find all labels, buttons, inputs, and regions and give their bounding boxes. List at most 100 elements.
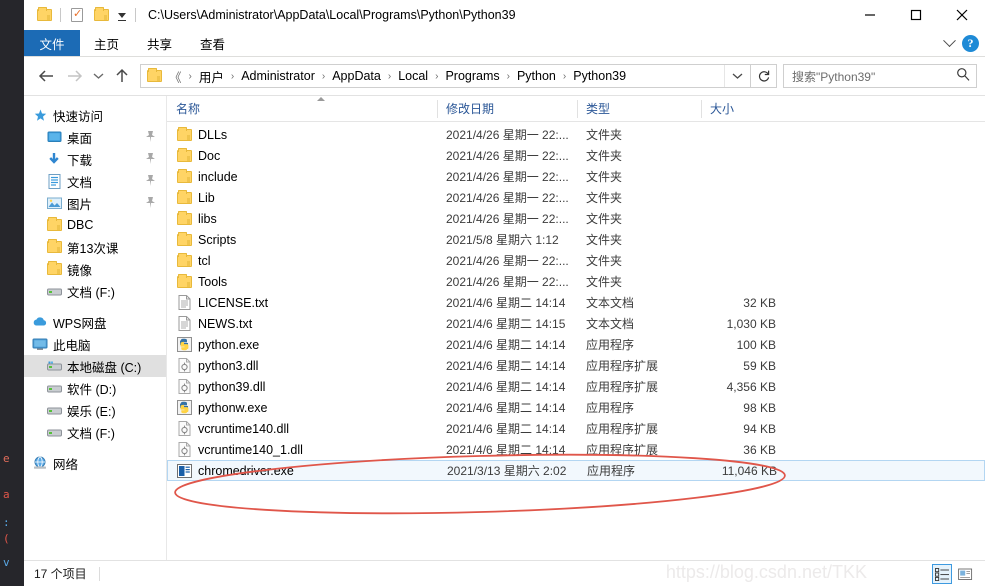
breadcrumb-item-python[interactable]: Python <box>515 69 558 83</box>
sidebar-item-this-pc[interactable]: 此电脑 <box>24 333 166 355</box>
table-row[interactable]: chromedriver.exe 2021/3/13 星期六 2:02 应用程序 11… <box>167 460 985 481</box>
tab-file[interactable]: 文件 <box>24 30 80 57</box>
pin-icon[interactable] <box>145 174 156 187</box>
expand-ribbon-chevron-down-icon[interactable] <box>943 34 956 48</box>
sidebar-item-desktop[interactable]: 桌面 <box>24 126 166 148</box>
forward-button[interactable] <box>60 62 88 90</box>
pin-icon[interactable] <box>145 130 156 143</box>
sidebar-item-label: 此电脑 <box>53 338 91 353</box>
minimize-button[interactable] <box>847 0 893 30</box>
dll-icon <box>176 379 192 395</box>
breadcrumb-item-local[interactable]: Local <box>396 69 430 83</box>
table-row[interactable]: Tools 2021/4/26 星期一 22:... 文件夹 <box>167 271 985 292</box>
table-row[interactable]: Scripts 2021/5/8 星期六 1:12 文件夹 <box>167 229 985 250</box>
table-row[interactable]: include 2021/4/26 星期一 22:... 文件夹 <box>167 166 985 187</box>
tab-view[interactable]: 查看 <box>186 30 239 57</box>
table-row[interactable]: LICENSE.txt 2021/4/6 星期二 14:14 文本文档 32 KB <box>167 292 985 313</box>
pin-icon[interactable] <box>145 196 156 209</box>
table-row[interactable]: DLLs 2021/4/26 星期一 22:... 文件夹 <box>167 124 985 145</box>
breadcrumb-separator-icon: › <box>435 70 439 82</box>
new-folder-icon[interactable] <box>89 3 113 27</box>
drive-icon <box>46 402 62 418</box>
column-header-date-label: 修改日期 <box>446 102 495 116</box>
breadcrumb-item-administrator[interactable]: Administrator <box>239 69 317 83</box>
column-header-date[interactable]: 修改日期 <box>437 96 577 122</box>
breadcrumb-item-programs[interactable]: Programs <box>443 69 501 83</box>
details-view-button[interactable] <box>932 564 952 584</box>
table-row[interactable]: python39.dll 2021/4/6 星期二 14:14 应用程序扩展 4,35… <box>167 376 985 397</box>
properties-icon[interactable] <box>65 3 89 27</box>
computer-icon <box>32 336 48 352</box>
file-type-cell: 文件夹 <box>586 170 623 184</box>
refresh-button[interactable] <box>751 64 777 88</box>
search-icon[interactable] <box>956 67 970 86</box>
pin-icon[interactable] <box>145 152 156 165</box>
sidebar-item-documents-f[interactable]: 文档 (F:) <box>24 280 166 302</box>
table-row[interactable]: Doc 2021/4/26 星期一 22:... 文件夹 <box>167 145 985 166</box>
window-controls <box>847 0 985 30</box>
table-row[interactable]: vcruntime140.dll 2021/4/6 星期二 14:14 应用程序扩展… <box>167 418 985 439</box>
table-row[interactable]: tcl 2021/4/26 星期一 22:... 文件夹 <box>167 250 985 271</box>
sidebar-item-lesson13[interactable]: 第13次课 <box>24 236 166 258</box>
sidebar-item-dbc[interactable]: DBC <box>24 214 166 236</box>
table-row[interactable]: vcruntime140_1.dll 2021/4/6 星期二 14:14 应用程序… <box>167 439 985 460</box>
sidebar-item-quick-access[interactable]: 快速访问 <box>24 104 166 126</box>
file-name-cell: vcruntime140.dll <box>167 421 437 437</box>
sidebar-item-pictures[interactable]: 图片 <box>24 192 166 214</box>
documents-icon <box>46 173 62 189</box>
sidebar-item-network[interactable]: 网络 <box>24 452 166 474</box>
breadcrumb-item-python39[interactable]: Python39 <box>571 69 628 83</box>
search-box[interactable]: 搜索"Python39" <box>783 64 977 88</box>
help-icon[interactable]: ? <box>962 35 979 52</box>
up-button[interactable] <box>108 62 136 90</box>
address-bar[interactable]: 《 › 用户 › Administrator › AppData › Local… <box>140 64 751 88</box>
explorer-folder-icon[interactable] <box>32 3 56 27</box>
file-date-cell: 2021/4/6 星期二 14:14 <box>446 401 566 415</box>
breadcrumb-item-users[interactable]: 用户 <box>197 67 226 86</box>
sidebar-item-documents[interactable]: 文档 <box>24 170 166 192</box>
file-date-cell: 2021/4/26 星期一 22:... <box>446 275 569 289</box>
table-row[interactable]: python3.dll 2021/4/6 星期二 14:14 应用程序扩展 59 KB <box>167 355 985 376</box>
file-name-label: LICENSE.txt <box>198 295 269 310</box>
table-row[interactable]: python.exe 2021/4/6 星期二 14:14 应用程序 100 KB <box>167 334 985 355</box>
tab-share[interactable]: 共享 <box>133 30 186 57</box>
column-header-name[interactable]: 名称 <box>167 96 437 122</box>
title-bar: C:\Users\Administrator\AppData\Local\Pro… <box>24 0 985 30</box>
table-row[interactable]: Lib 2021/4/26 星期一 22:... 文件夹 <box>167 187 985 208</box>
large-icons-view-button[interactable] <box>955 564 975 584</box>
sidebar-item-label: 快速访问 <box>53 109 104 124</box>
tab-home[interactable]: 主页 <box>80 30 133 57</box>
file-name-label: NEWS.txt <box>198 316 253 331</box>
column-header-type[interactable]: 类型 <box>577 96 701 122</box>
dll-icon <box>176 358 192 374</box>
sidebar-item-entertainment-e[interactable]: 娱乐 (E:) <box>24 399 166 421</box>
table-row[interactable]: NEWS.txt 2021/4/6 星期二 14:15 文本文档 1,030 KB <box>167 313 985 334</box>
file-type-cell: 应用程序扩展 <box>586 443 659 457</box>
column-header-size[interactable]: 大小 <box>701 96 786 122</box>
sidebar-item-wps-cloud[interactable]: WPS网盘 <box>24 311 166 333</box>
search-input[interactable]: 搜索"Python39" <box>792 68 956 85</box>
breadcrumb-overflow[interactable]: 《 <box>167 67 184 86</box>
close-button[interactable] <box>939 0 985 30</box>
sidebar-item-downloads[interactable]: 下载 <box>24 148 166 170</box>
sidebar-item-local-disk-c[interactable]: 本地磁盘 (C:) <box>24 355 166 377</box>
file-date-cell: 2021/4/6 星期二 14:14 <box>446 443 566 457</box>
file-name-label: chromedriver.exe <box>198 463 294 478</box>
file-name-cell: Scripts <box>167 231 437 248</box>
table-row[interactable]: pythonw.exe 2021/4/6 星期二 14:14 应用程序 98 KB <box>167 397 985 418</box>
text-file-icon <box>176 316 192 332</box>
file-type-cell: 文件夹 <box>586 212 623 226</box>
customize-toolbar-chevron-down-icon[interactable] <box>113 12 131 21</box>
breadcrumb-item-appdata[interactable]: AppData <box>330 69 383 83</box>
sidebar-item-software-d[interactable]: 软件 (D:) <box>24 377 166 399</box>
file-type-cell: 应用程序 <box>586 338 635 352</box>
sidebar-item-documents-f2[interactable]: 文档 (F:) <box>24 421 166 443</box>
view-mode-buttons <box>932 564 975 584</box>
recent-locations-chevron-down-icon[interactable] <box>88 62 108 90</box>
sidebar-item-images[interactable]: 镜像 <box>24 258 166 280</box>
table-row[interactable]: libs 2021/4/26 星期一 22:... 文件夹 <box>167 208 985 229</box>
file-type-cell: 文件夹 <box>586 149 623 163</box>
address-dropdown-chevron-down-icon[interactable] <box>724 65 750 87</box>
maximize-button[interactable] <box>893 0 939 30</box>
back-button[interactable] <box>32 62 60 90</box>
